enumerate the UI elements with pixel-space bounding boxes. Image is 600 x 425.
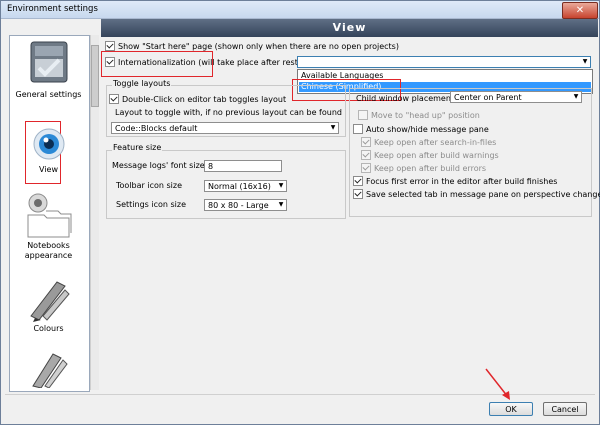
toolbar-icon-size-label: Toolbar icon size xyxy=(116,181,182,190)
sidebar-item-label: General settings xyxy=(15,90,82,99)
auto-show-hide-checkbox[interactable] xyxy=(353,124,363,134)
chevron-down-icon: ▼ xyxy=(582,58,588,65)
child-window-placement-label: Child window placement xyxy=(356,94,455,103)
layout-toggle-label: Layout to toggle with, if no previous la… xyxy=(115,108,342,117)
colours-icon xyxy=(29,281,70,322)
layout-select[interactable]: Code::Blocks default ▼ xyxy=(111,122,339,134)
keep-open-errors-option[interactable]: Keep open after build errors xyxy=(361,163,486,173)
eye-icon xyxy=(33,128,64,160)
sidebar-item-general-settings[interactable]: General settings xyxy=(10,38,87,99)
notebooks-icon xyxy=(27,193,71,238)
window-title: Environment settings xyxy=(7,4,98,14)
sidebar-item-label: Colours xyxy=(33,324,64,333)
chevron-down-icon: ▼ xyxy=(330,124,336,131)
language-select[interactable]: ▼ xyxy=(297,56,591,68)
focus-first-error-checkbox[interactable] xyxy=(353,176,363,186)
keep-open-errors-checkbox[interactable] xyxy=(361,163,371,173)
settings-icon-size-label: Settings icon size xyxy=(116,200,186,209)
keep-open-warnings-checkbox[interactable] xyxy=(361,150,371,160)
double-click-toggle-checkbox[interactable] xyxy=(109,94,119,104)
move-head-up-checkbox[interactable] xyxy=(358,110,368,120)
move-head-up-option[interactable]: Move to "head up" position xyxy=(358,110,480,120)
chevron-down-icon: ▼ xyxy=(573,93,579,100)
child-window-placement-select[interactable]: Center on Parent ▼ xyxy=(450,91,582,103)
sidebar-item-label: View xyxy=(39,165,58,174)
page-title-banner: View xyxy=(101,19,598,37)
keep-open-warnings-option[interactable]: Keep open after build warnings xyxy=(361,150,499,160)
toggle-layouts-heading: Toggle layouts xyxy=(112,79,172,88)
keep-open-search-checkbox[interactable] xyxy=(361,137,371,147)
internationalization-checkbox[interactable] xyxy=(105,57,115,67)
brushes-icon xyxy=(31,353,68,389)
chevron-down-icon: ▼ xyxy=(278,182,284,189)
logs-font-size-label: Message logs' font size: xyxy=(112,161,208,170)
sidebar-item-colours[interactable]: Colours xyxy=(10,276,87,333)
settings-icon-size-select[interactable]: 80 x 80 - Large ▼ xyxy=(204,199,287,211)
cancel-button[interactable]: Cancel xyxy=(543,402,587,416)
sidebar-item-view[interactable]: View xyxy=(10,125,87,174)
focus-first-error-option[interactable]: Focus first error in the editor after bu… xyxy=(353,176,557,186)
footer-divider xyxy=(5,394,595,395)
general-settings-icon xyxy=(30,41,67,83)
sidebar-scroll-thumb[interactable] xyxy=(91,45,99,107)
auto-show-hide-option[interactable]: Auto show/hide message pane xyxy=(353,124,489,134)
save-selected-tab-checkbox[interactable] xyxy=(353,189,363,199)
toolbar-icon-size-select[interactable]: Normal (16x16) ▼ xyxy=(204,180,287,192)
chevron-down-icon: ▼ xyxy=(278,201,284,208)
show-start-here-option[interactable]: Show "Start here" page (shown only when … xyxy=(105,41,399,51)
feature-size-heading: Feature size xyxy=(112,143,163,152)
save-selected-tab-option[interactable]: Save selected tab in message pane on per… xyxy=(353,189,600,199)
logs-font-size-input[interactable]: 8 xyxy=(204,160,282,172)
double-click-toggle-option[interactable]: Double-Click on editor tab toggles layou… xyxy=(109,94,286,104)
show-start-here-checkbox[interactable] xyxy=(105,41,115,51)
ok-button[interactable]: OK xyxy=(489,402,533,416)
internationalization-option[interactable]: Internationalization (will take place af… xyxy=(105,57,312,67)
title-bar: Environment settings ✕ xyxy=(1,1,599,19)
sidebar-item-notebooks-appearance[interactable]: Notebooks appearance xyxy=(10,191,87,261)
keep-open-search-option[interactable]: Keep open after search-in-files xyxy=(361,137,496,147)
sidebar-item-brushes[interactable] xyxy=(10,350,87,390)
close-button[interactable]: ✕ xyxy=(562,2,598,19)
sidebar-item-label: Notebooks appearance xyxy=(24,241,73,260)
